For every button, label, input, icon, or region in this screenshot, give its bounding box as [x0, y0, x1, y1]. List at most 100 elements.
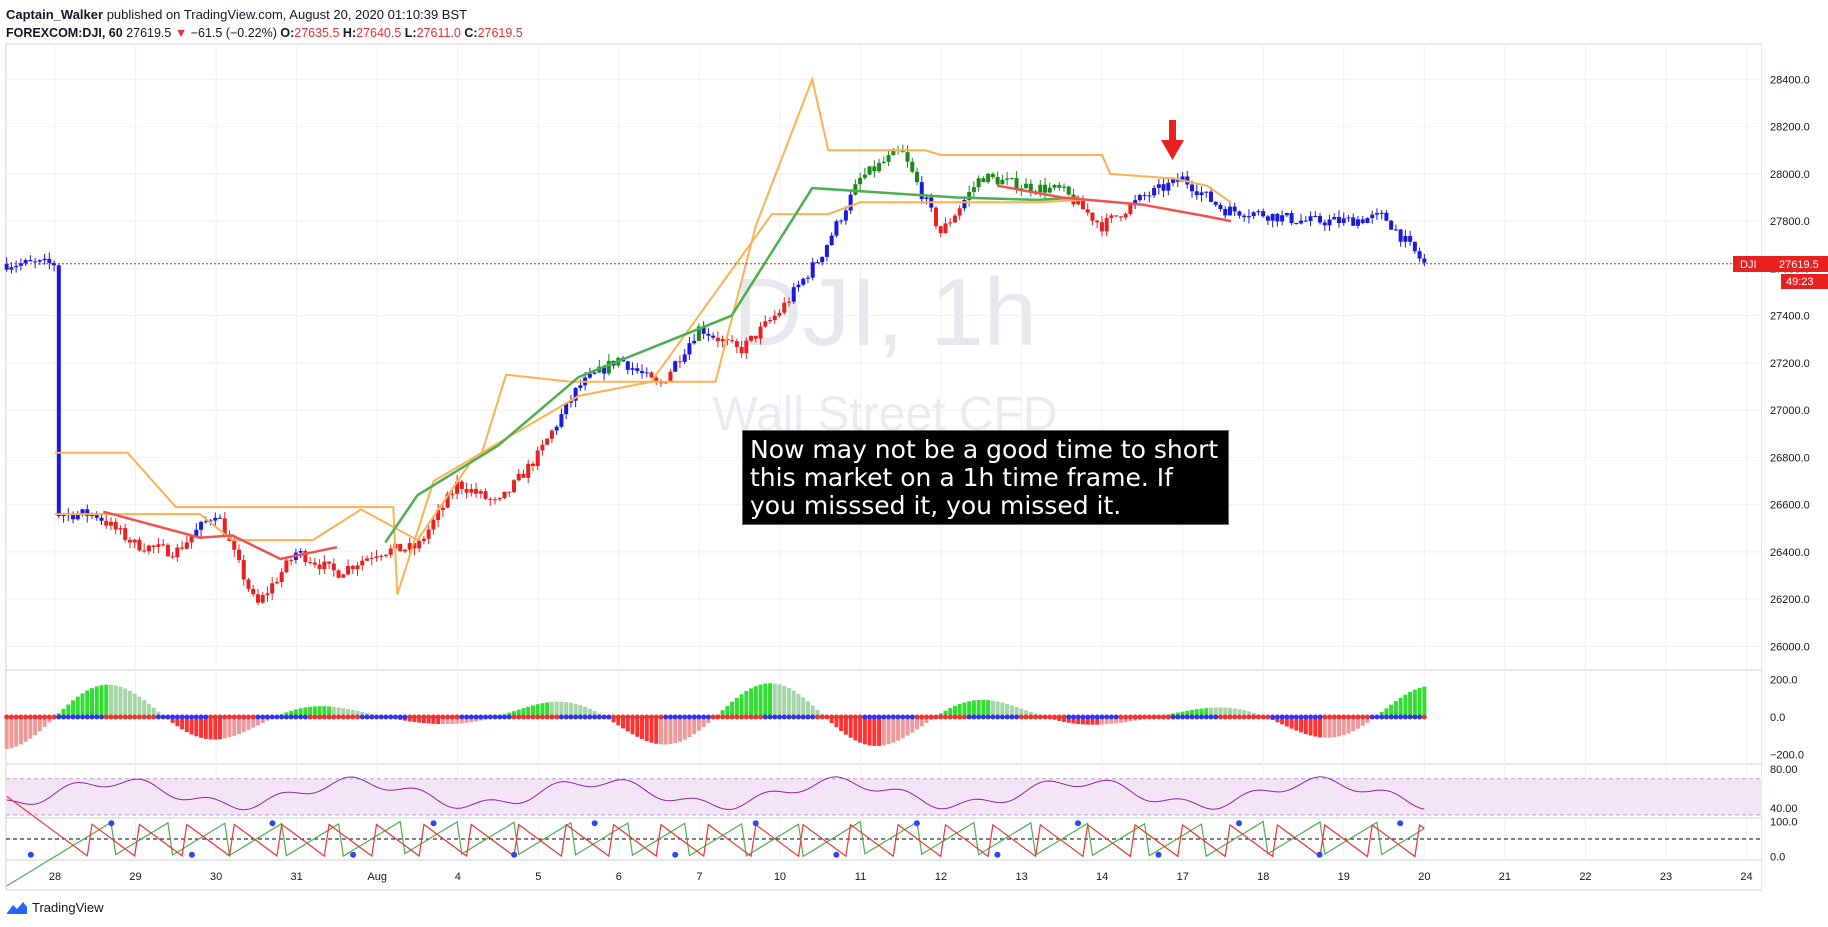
momentum-dot [464, 714, 470, 720]
momentum-dot [189, 714, 195, 720]
momentum-dot [317, 714, 323, 720]
osc-dot [833, 851, 840, 858]
candle-body [374, 556, 379, 558]
momentum-dot [649, 714, 655, 720]
momentum-bar [85, 690, 90, 717]
y-tick-label: 27000.0 [1770, 405, 1810, 417]
tradingview-brand[interactable]: TradingView [32, 900, 104, 915]
osc-dot [913, 820, 920, 827]
momentum-dot [421, 714, 427, 720]
momentum-dot [241, 714, 247, 720]
momentum-dot [46, 714, 52, 720]
momentum-bar [768, 683, 773, 717]
momentum-dot [51, 714, 57, 720]
candle-body [213, 517, 218, 521]
candle-body [151, 545, 156, 547]
candle-body [279, 572, 284, 583]
momentum-dot [355, 714, 361, 720]
momentum-bar [758, 684, 763, 717]
candle-body [692, 340, 697, 344]
momentum-bar [905, 717, 910, 736]
osc-dot [994, 851, 1001, 858]
candle-body [1393, 229, 1398, 231]
momentum-dot [483, 714, 489, 720]
momentum-dot [198, 714, 204, 720]
momentum-dot [345, 714, 351, 720]
candle-body [1332, 217, 1337, 220]
momentum-dot [279, 714, 285, 720]
tradingview-logo-icon [7, 901, 27, 914]
candle-body [1412, 241, 1417, 252]
momentum-bar [668, 717, 673, 745]
candle-body [1256, 211, 1261, 213]
momentum-bar [862, 717, 867, 745]
momentum-dot [525, 714, 531, 720]
candle-body [853, 184, 858, 195]
momentum-bar [213, 717, 218, 740]
momentum-dot [734, 714, 740, 720]
candle-body [1308, 216, 1313, 221]
candle-body [948, 222, 953, 224]
x-tick-label: Aug [367, 871, 387, 883]
candle-body [137, 539, 142, 551]
momentum-dot [810, 714, 816, 720]
momentum-dot [416, 714, 422, 720]
rsi-line: 80.00 40.00 [6, 764, 1798, 816]
candle-body [1370, 214, 1375, 219]
momentum-dot [1009, 714, 1015, 720]
momentum-dot [658, 714, 664, 720]
candle-body [142, 550, 147, 552]
candle-body [1208, 191, 1213, 202]
momentum-bar [663, 717, 668, 745]
momentum-dot [359, 714, 365, 720]
momentum-dot [388, 714, 394, 720]
momentum-bar [654, 717, 659, 744]
momentum-dot [80, 714, 86, 720]
momentum-bar [1341, 717, 1346, 736]
momentum-dot [895, 714, 901, 720]
annotation-callout[interactable]: Now may not be a good time to short this… [742, 430, 1229, 525]
candle-body [146, 545, 151, 552]
momentum-dot [1284, 714, 1290, 720]
candle-body [1389, 220, 1394, 230]
momentum-bar [236, 717, 241, 735]
momentum-bar [1313, 717, 1318, 737]
candle-body [753, 335, 758, 339]
candle-body [1313, 215, 1318, 217]
candle-body [640, 371, 645, 374]
candle-body [1066, 186, 1071, 195]
momentum-dot [611, 714, 617, 720]
candle-body [924, 197, 929, 200]
candle-body [1166, 182, 1171, 191]
candle-body [317, 564, 322, 570]
momentum-dot [739, 714, 745, 720]
candle-body [763, 321, 768, 327]
momentum-bar [1303, 717, 1308, 735]
candle-body [251, 588, 256, 595]
down-arrow-marker [1161, 120, 1184, 160]
candle-body [1398, 229, 1403, 242]
momentum-bar [142, 700, 147, 717]
momentum-bar [23, 717, 28, 742]
momentum-dot [724, 714, 730, 720]
momentum-dot [1308, 714, 1314, 720]
x-tick-label: 31 [291, 871, 303, 883]
momentum-dot [336, 714, 342, 720]
momentum-dot [113, 714, 119, 720]
momentum-dot [1113, 714, 1119, 720]
momentum-dot [1094, 714, 1100, 720]
candle-body [976, 178, 981, 188]
candle-body [440, 507, 445, 510]
candle-body [369, 557, 374, 559]
momentum-dot [530, 714, 536, 720]
momentum-dot [1260, 714, 1266, 720]
momentum-dot [644, 714, 650, 720]
momentum-dot [1312, 714, 1318, 720]
osc-dot [1155, 851, 1162, 858]
candle-body [1038, 184, 1043, 193]
candle-body [488, 498, 493, 500]
momentum-dot [924, 714, 930, 720]
momentum-dot [1037, 714, 1043, 720]
candle-body [270, 583, 275, 594]
momentum-bar [782, 685, 787, 717]
